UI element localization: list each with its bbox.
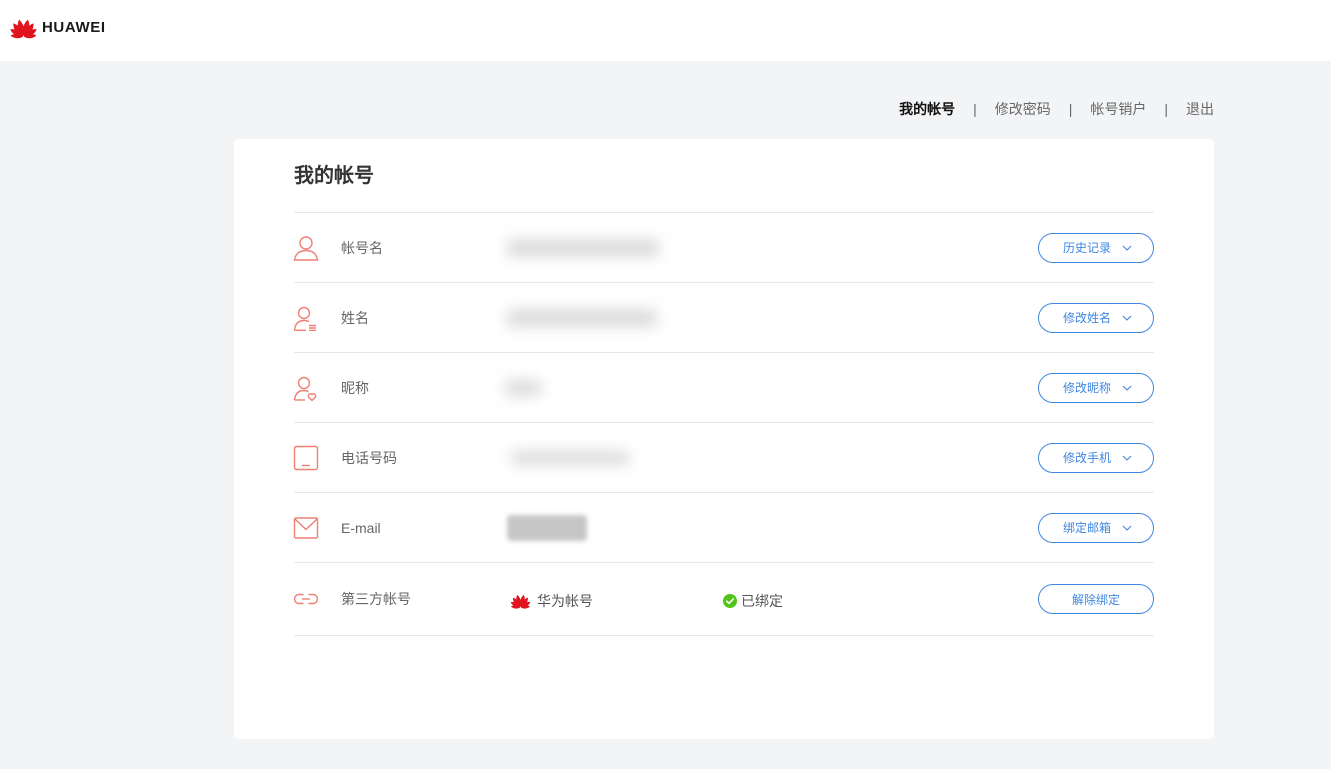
bind-email-button[interactable]: 绑定邮箱 bbox=[1038, 512, 1154, 543]
nav-my-account[interactable]: 我的帐号 bbox=[899, 100, 955, 118]
check-circle-icon bbox=[723, 594, 737, 608]
chevron-down-icon bbox=[1122, 455, 1132, 461]
chevron-down-icon bbox=[1122, 385, 1132, 391]
row-label: E-mail bbox=[341, 519, 381, 536]
unbind-button[interactable]: 解除绑定 bbox=[1038, 584, 1154, 614]
phone-value bbox=[497, 438, 1038, 478]
chevron-down-icon bbox=[1122, 315, 1132, 321]
brand-home-link[interactable]: HUAWEI bbox=[8, 17, 106, 39]
brand-name: HUAWEI bbox=[42, 19, 106, 36]
chevron-down-icon bbox=[1122, 525, 1132, 531]
account-row-email: E-mail 绑定邮箱 bbox=[293, 493, 1154, 563]
edit-phone-button[interactable]: 修改手机 bbox=[1038, 442, 1154, 473]
row-label: 姓名 bbox=[341, 309, 369, 326]
blurred-value bbox=[507, 238, 659, 257]
name-value bbox=[497, 298, 1038, 338]
account-row-third-party: 第三方帐号 华为帐号 已绑定 解除绑定 bbox=[293, 563, 1154, 636]
provider-name: 华为帐号 bbox=[537, 593, 593, 609]
history-button[interactable]: 历史记录 bbox=[1038, 232, 1154, 263]
bind-status: 已绑定 bbox=[723, 591, 783, 611]
button-label: 修改手机 bbox=[1063, 451, 1112, 465]
button-label: 解除绑定 bbox=[1071, 592, 1120, 607]
button-label: 修改姓名 bbox=[1063, 311, 1112, 325]
blurred-value bbox=[505, 379, 541, 396]
nav-separator: | bbox=[1164, 101, 1168, 117]
nav-separator: | bbox=[973, 101, 977, 117]
username-value bbox=[497, 228, 1038, 268]
status-text: 已绑定 bbox=[741, 593, 783, 609]
blurred-value bbox=[511, 450, 629, 465]
account-card: 我的帐号 帐号名 历史记录 姓名 修改姓名 昵称 修改昵称 电话号码 修改手机 … bbox=[234, 139, 1214, 739]
row-label: 昵称 bbox=[341, 379, 369, 396]
page-title: 我的帐号 bbox=[294, 165, 374, 187]
link-icon bbox=[293, 586, 319, 612]
row-label: 帐号名 bbox=[341, 239, 383, 256]
nickname-value bbox=[497, 368, 1038, 408]
user-icon bbox=[293, 235, 319, 261]
huawei-logo-icon bbox=[509, 594, 532, 609]
account-row-username: 帐号名 历史记录 bbox=[293, 213, 1154, 283]
row-label: 电话号码 bbox=[341, 449, 397, 466]
blurred-value bbox=[507, 308, 657, 327]
huawei-logo-icon bbox=[9, 19, 38, 39]
blurred-value bbox=[507, 514, 587, 541]
edit-name-button[interactable]: 修改姓名 bbox=[1038, 302, 1154, 333]
button-label: 修改昵称 bbox=[1063, 381, 1112, 395]
nav-logout[interactable]: 退出 bbox=[1186, 100, 1214, 118]
account-row-name: 姓名 修改姓名 bbox=[293, 283, 1154, 353]
account-nav: 我的帐号 | 修改密码 | 帐号销户 | 退出 bbox=[899, 100, 1214, 118]
mail-icon bbox=[293, 515, 319, 541]
account-info-list: 帐号名 历史记录 姓名 修改姓名 昵称 修改昵称 电话号码 修改手机 E-mai… bbox=[293, 212, 1154, 636]
email-value bbox=[497, 508, 1038, 548]
nav-delete-account[interactable]: 帐号销户 bbox=[1090, 100, 1146, 118]
phone-icon bbox=[293, 445, 319, 471]
button-label: 绑定邮箱 bbox=[1063, 521, 1112, 535]
account-row-nickname: 昵称 修改昵称 bbox=[293, 353, 1154, 423]
edit-nickname-button[interactable]: 修改昵称 bbox=[1038, 372, 1154, 403]
button-label: 历史记录 bbox=[1063, 241, 1112, 255]
nav-change-password[interactable]: 修改密码 bbox=[995, 100, 1051, 118]
nav-separator: | bbox=[1068, 101, 1073, 117]
account-row-phone: 电话号码 修改手机 bbox=[293, 423, 1154, 493]
row-label: 第三方帐号 bbox=[341, 591, 411, 607]
top-header: HUAWEI bbox=[0, 0, 1331, 61]
third-party-value: 华为帐号 已绑定 bbox=[497, 579, 1038, 619]
user-heart-icon bbox=[293, 375, 319, 401]
user-list-icon bbox=[293, 305, 319, 331]
chevron-down-icon bbox=[1122, 245, 1132, 251]
provider: 华为帐号 bbox=[509, 587, 593, 611]
